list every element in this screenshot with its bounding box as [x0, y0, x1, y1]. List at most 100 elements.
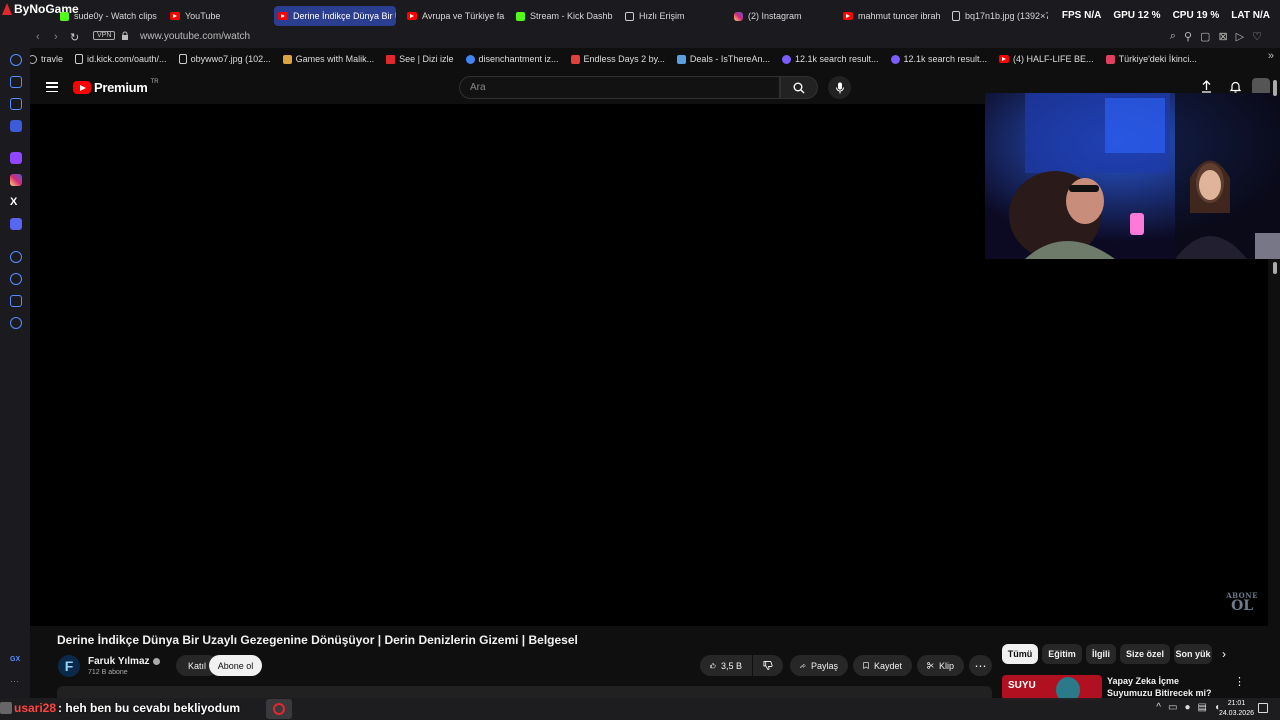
tab-label: bq17n1b.jpg (1392×7 — [965, 11, 1048, 21]
tab-youtube[interactable]: YouTube — [166, 6, 270, 26]
share-icon — [800, 663, 806, 668]
bag-icon[interactable] — [10, 76, 22, 88]
recommended-video-thumbnail[interactable]: SUYU — [1002, 675, 1102, 700]
chip-related[interactable]: İlgili — [1086, 644, 1116, 664]
gx-icon[interactable]: GX — [10, 656, 22, 668]
bookmark-icon — [863, 662, 869, 670]
bookmark-item[interactable]: Games with Malik... — [282, 54, 374, 64]
bookmark-item[interactable]: Türkiye'deki İkinci... — [1105, 54, 1197, 64]
bookmark-item[interactable]: Endless Days 2 by... — [570, 54, 665, 64]
reload-icon[interactable]: ↻ — [70, 31, 79, 44]
share-button[interactable]: Paylaş — [790, 655, 848, 676]
notification-icon[interactable] — [1258, 703, 1268, 713]
dislike-button[interactable] — [753, 655, 783, 676]
lock-icon — [122, 31, 128, 40]
search-result-icon — [781, 54, 791, 64]
bookmarks-bar: travle id.kick.com/oauth/... obywwo7.jpg… — [28, 50, 1280, 68]
twitch-icon[interactable] — [10, 152, 22, 164]
description-box[interactable] — [57, 686, 992, 698]
mic-tray-icon[interactable]: ● — [1184, 702, 1190, 713]
save-button[interactable]: Kaydet — [853, 655, 912, 676]
network-icon[interactable]: ▤ — [1198, 702, 1207, 713]
bookmark-item[interactable]: obywwo7.jpg (102... — [178, 54, 271, 64]
tab-label: YouTube — [185, 11, 221, 21]
channel-name[interactable]: Faruk Yılmaz — [88, 656, 160, 667]
bookmark-item[interactable]: Deals - IsThereAn... — [676, 54, 770, 64]
more-vertical-icon[interactable]: ⋮ — [1234, 675, 1245, 688]
document-icon — [75, 54, 84, 64]
clock-icon[interactable] — [10, 273, 22, 285]
chip-for-you[interactable]: Size özel — [1120, 644, 1170, 664]
tab-instagram[interactable]: (2) Instagram — [730, 6, 834, 26]
instagram-icon[interactable] — [10, 174, 22, 186]
thumbs-up-icon — [710, 662, 716, 669]
channel-avatar[interactable]: F — [58, 655, 80, 677]
tab-avrupa[interactable]: Avrupa ve Türkiye fa — [403, 6, 507, 26]
messenger-icon[interactable] — [10, 120, 22, 132]
page-scrollbar-thumb[interactable] — [1273, 262, 1277, 274]
taskbar-clock[interactable]: 21:01 24.03.2026 — [1219, 699, 1254, 719]
youtube-play-icon — [73, 81, 91, 94]
tab-sude0y[interactable]: sude0y - Watch clips — [56, 6, 160, 26]
webcam-image — [985, 93, 1280, 259]
more-icon[interactable]: ··· — [10, 676, 22, 688]
youtube-icon — [407, 12, 417, 20]
x-icon[interactable]: X — [10, 196, 22, 208]
chip-education[interactable]: Eğitim — [1042, 644, 1082, 664]
tab-active-video[interactable]: Derine İndikçe Dünya Bir U — [274, 6, 396, 26]
bell-icon[interactable] — [1229, 80, 1242, 93]
like-button[interactable]: 3,5 B — [700, 655, 752, 676]
refresh-circle-icon[interactable] — [10, 54, 22, 66]
tab-label: (2) Instagram — [748, 11, 802, 21]
bookmark-item[interactable]: 12.1k search result... — [890, 54, 987, 64]
channel-watermark[interactable]: ABONE OL — [1226, 591, 1258, 613]
zoom-icon[interactable]: ⌕ — [1170, 30, 1176, 43]
search-input[interactable]: Ara — [459, 76, 780, 99]
extension-icon[interactable]: ⚲ — [1184, 30, 1192, 43]
back-arrow-icon[interactable]: ‹ — [36, 31, 40, 43]
block-icon[interactable]: ⊠ — [1218, 30, 1227, 43]
play-icon[interactable]: ▷ — [1236, 30, 1244, 43]
menu-icon[interactable] — [46, 82, 58, 92]
clip-button[interactable]: Klip — [917, 655, 964, 676]
chip-recent[interactable]: Son yük — [1174, 644, 1212, 664]
tab-image-file[interactable]: bq17n1b.jpg (1392×7 — [948, 6, 1048, 26]
tab-mahmut-tuncer[interactable]: mahmut tuncer ibrah — [839, 6, 943, 26]
snapshot-icon[interactable]: ▢ — [1200, 30, 1210, 43]
forward-arrow-icon[interactable]: › — [54, 31, 58, 43]
settings-icon[interactable] — [10, 317, 22, 329]
bookmark-item[interactable]: 12.1k search result... — [781, 54, 879, 64]
bookmark-item[interactable]: See | Dizi izle — [386, 54, 454, 64]
more-actions-button[interactable]: ⋯ — [969, 655, 992, 676]
upload-icon[interactable] — [1200, 80, 1213, 93]
subscribe-button[interactable]: Abone ol — [209, 655, 262, 676]
battery-icon[interactable]: ▭ — [1168, 702, 1177, 713]
chevron-right-icon[interactable]: › — [1222, 647, 1226, 661]
heart-icon[interactable]: ♡ — [1252, 30, 1262, 43]
cube-icon[interactable] — [10, 295, 22, 307]
chat-icon[interactable] — [10, 98, 22, 110]
youtube-premium-logo[interactable]: Premium TR — [73, 79, 159, 95]
opera-gx-taskbar-icon[interactable] — [266, 699, 292, 719]
vpn-badge[interactable]: VPN — [93, 31, 116, 40]
recommended-video-title[interactable]: Yapay Zeka İçme Suyumuzu Bitirecek mi? — [1107, 675, 1227, 700]
search-button[interactable] — [780, 76, 818, 99]
tab-kick-dashboard[interactable]: Stream - Kick Dashb — [512, 6, 616, 26]
bookmark-item[interactable]: (4) HALF-LIFE BE... — [999, 54, 1094, 64]
page-scrollbar-thumb[interactable] — [1273, 80, 1277, 96]
chip-all[interactable]: Tümü — [1002, 644, 1038, 664]
chat-badge-icon — [0, 702, 12, 714]
chevron-right-icon[interactable]: » — [1268, 50, 1274, 62]
tab-label: mahmut tuncer ibrah — [858, 11, 941, 21]
bookmark-item[interactable]: travle — [28, 54, 63, 64]
player-icon[interactable] — [10, 251, 22, 263]
stream-chat-message: usari28 : heh ben bu cevabı bekliyodum — [0, 698, 240, 718]
voice-search-button[interactable] — [828, 76, 851, 99]
discord-icon[interactable] — [10, 218, 22, 230]
chevron-up-icon[interactable]: ^ — [1156, 702, 1161, 713]
bookmark-item[interactable]: disenchantment iz... — [465, 54, 559, 64]
clock-date: 24.03.2026 — [1218, 710, 1254, 717]
url-field[interactable]: www.youtube.com/watch — [140, 31, 250, 42]
bookmark-item[interactable]: id.kick.com/oauth/... — [75, 54, 167, 64]
tab-quick-access[interactable]: Hızlı Erişim — [621, 6, 725, 26]
